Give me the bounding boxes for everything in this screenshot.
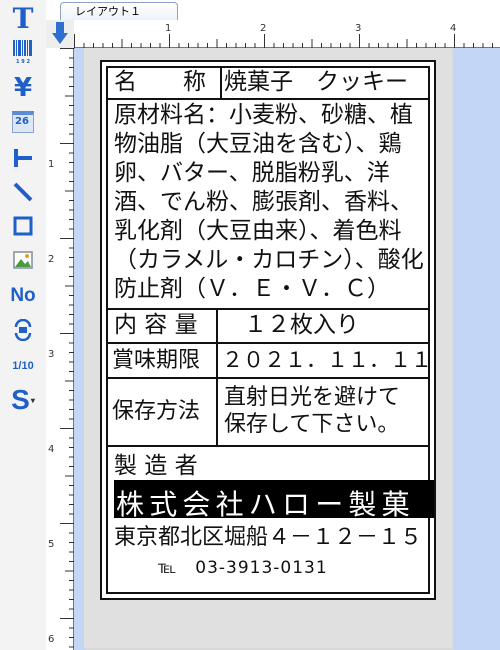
dropdown-arrow-icon: ▾ xyxy=(30,395,35,405)
bestbefore-row: 賞味期限 ２０２１．１１．１１ xyxy=(108,344,432,379)
fraction-tool-icon[interactable]: 1/10 xyxy=(8,352,38,380)
rectangle-icon xyxy=(13,216,33,236)
content-heading[interactable]: 内 容 量 xyxy=(114,311,198,340)
sequence-icon xyxy=(14,319,32,341)
name-heading[interactable]: 名 称 xyxy=(114,68,206,97)
maker-name-box[interactable]: 株式会社ハロー製菓 xyxy=(114,480,434,521)
storage-row: 保存方法 直射日光を避けて 保存して下さい。 xyxy=(108,379,428,447)
maker-heading[interactable]: 製 造 者 xyxy=(114,452,198,481)
vertical-ruler: 1 2 3 4 5 6 xyxy=(46,48,74,650)
ruler-v-6: 6 xyxy=(48,634,54,645)
text-tool-glyph: T xyxy=(12,1,34,35)
ruler-v-5: 5 xyxy=(48,539,54,550)
price-tool-icon[interactable]: ¥ xyxy=(8,73,38,103)
storage-heading-cell: 保存方法 xyxy=(108,379,218,445)
ruler-v-4: 4 xyxy=(48,444,54,455)
ruler-h-2: 2 xyxy=(260,23,266,34)
calendar-icon: 26 xyxy=(12,111,34,133)
label-page: 名 称 焼菓子 クッキー 原材料名：小麦粉、砂糖、植物油脂（大豆油を含む）、鶏卵… xyxy=(84,48,452,648)
name-row: 名 称 焼菓子 クッキー xyxy=(108,68,428,100)
date-tool-icon[interactable]: 26 xyxy=(8,108,38,136)
maker-name: 株式会社ハロー製菓 xyxy=(116,488,415,521)
ruler-v-3: 3 xyxy=(48,349,54,360)
rectangle-tool-icon[interactable] xyxy=(8,212,38,240)
content-value[interactable]: １２枚入り xyxy=(244,311,359,340)
content-heading-cell: 内 容 量 xyxy=(108,310,218,342)
ingredients-row: 原材料名：小麦粉、砂糖、植物油脂（大豆油を含む）、鶏卵、バター、脱脂粉乳、洋酒、… xyxy=(108,100,428,310)
ruler-h-3: 3 xyxy=(355,23,361,34)
maker-address[interactable]: 東京都北区堀船４－１２－１５ xyxy=(114,523,422,552)
ruler-v-1: 1 xyxy=(48,159,54,170)
image-tool-icon[interactable] xyxy=(8,246,38,274)
ruler-h-1: 1 xyxy=(165,23,171,34)
s-tool-icon[interactable]: S ▾ xyxy=(8,384,38,415)
numbering-tool-icon[interactable]: No xyxy=(8,282,38,310)
numbering-glyph: No xyxy=(10,285,36,306)
ruler-corner xyxy=(46,20,75,49)
barcode-caption: 1 9 2 xyxy=(16,58,30,65)
bestbefore-value[interactable]: ２０２１．１１．１１ xyxy=(222,346,432,375)
s-glyph: S xyxy=(11,384,30,415)
yen-glyph: ¥ xyxy=(13,73,33,103)
fraction-glyph: 1/10 xyxy=(12,360,34,372)
storage-value-line1[interactable]: 直射日光を避けて xyxy=(224,383,400,412)
t-line-icon xyxy=(14,149,32,167)
storage-heading[interactable]: 保存方法 xyxy=(112,397,200,426)
label-inner-frame: 名 称 焼菓子 クッキー 原材料名：小麦粉、砂糖、植物油脂（大豆油を含む）、鶏卵… xyxy=(106,66,434,594)
down-arrow-icon[interactable] xyxy=(46,20,74,48)
ruler-v-2: 2 xyxy=(48,254,54,265)
sequence-tool-icon[interactable] xyxy=(8,316,38,344)
tab-layout1[interactable]: レイアウト１ xyxy=(60,2,178,20)
left-toolbar: T 1 9 2 ¥ 26 No 1/10 S ▾ xyxy=(0,0,46,650)
horizontal-ruler: 1 2 3 4 xyxy=(74,20,500,48)
text-tool-icon[interactable]: T xyxy=(8,1,38,35)
calendar-number: 26 xyxy=(15,116,29,127)
storage-value-line2[interactable]: 保存して下さい。 xyxy=(224,410,399,439)
picture-icon xyxy=(13,251,33,269)
tab-label: レイアウト１ xyxy=(75,5,141,18)
content-row: 内 容 量 １２枚入り xyxy=(108,310,428,344)
diagonal-line-icon xyxy=(13,182,33,202)
horizontal-line-tool-icon[interactable] xyxy=(8,144,38,172)
diagonal-line-tool-icon[interactable] xyxy=(8,178,38,206)
food-label[interactable]: 名 称 焼菓子 クッキー 原材料名：小麦粉、砂糖、植物油脂（大豆油を含む）、鶏卵… xyxy=(100,60,436,600)
maker-tel[interactable]: ℡ 03-3913-0131 xyxy=(158,556,328,580)
tab-strip: レイアウト１ xyxy=(46,0,500,20)
bestbefore-heading[interactable]: 賞味期限 xyxy=(112,346,200,375)
bestbefore-heading-cell: 賞味期限 xyxy=(108,344,218,377)
barcode-tool-icon[interactable]: 1 9 2 xyxy=(8,38,38,66)
name-value[interactable]: 焼菓子 クッキー xyxy=(224,68,408,97)
name-heading-cell: 名 称 xyxy=(108,68,222,98)
ruler-h-4: 4 xyxy=(450,23,456,34)
design-canvas[interactable]: 1 2 3 4 1 2 3 4 5 6 名 称 焼菓子 クッキー 原材料名：小麦… xyxy=(46,20,500,650)
ingredients-text[interactable]: 原材料名：小麦粉、砂糖、植物油脂（大豆油を含む）、鶏卵、バター、脱脂粉乳、洋酒、… xyxy=(114,101,424,304)
barcode-icon xyxy=(13,39,32,56)
